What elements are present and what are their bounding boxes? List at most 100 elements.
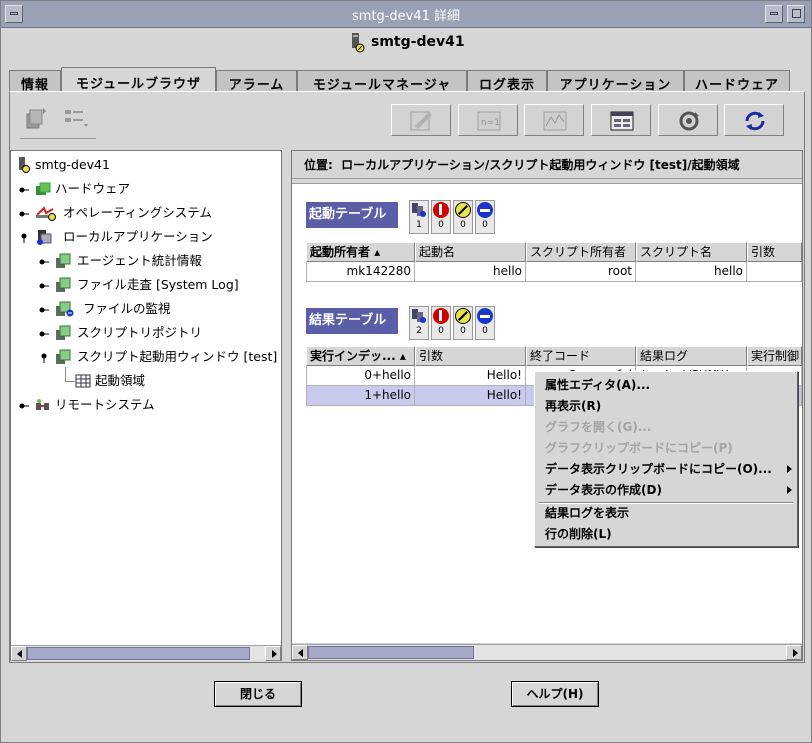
content-horizontal-scrollbar[interactable] xyxy=(292,644,802,660)
window-icon xyxy=(610,111,634,131)
window-button[interactable] xyxy=(591,104,651,136)
tree-item-file-monitor[interactable]: ファイルの監視 xyxy=(51,299,171,319)
col-result-args[interactable]: 引数 xyxy=(415,346,526,366)
collapsed-node-icon[interactable] xyxy=(39,281,49,291)
title-bar[interactable]: smtg-dev41 詳細 xyxy=(1,1,811,28)
col-script-name[interactable]: スクリプト名 xyxy=(636,242,747,262)
menu-item-delete-row[interactable]: 行の削除(L) xyxy=(545,524,612,544)
help-button[interactable]: ヘルプ(H) xyxy=(511,681,599,707)
menu-item-show-result-log[interactable]: 結果ログを表示 xyxy=(545,503,629,523)
table-cell[interactable]: Hello! xyxy=(415,366,526,386)
badge-count: 2 xyxy=(416,326,422,336)
launch-table-title: 起動テーブル xyxy=(306,202,398,228)
location-path: ローカルアプリケーション/スクリプト起動用ウィンドウ [test]/起動領域 xyxy=(341,158,740,172)
collapsed-node-icon[interactable] xyxy=(19,401,29,411)
maximize-button[interactable] xyxy=(787,5,805,23)
expanded-node-icon[interactable] xyxy=(19,233,29,243)
tree-item-script-repo[interactable]: スクリプトリポジトリ xyxy=(51,323,202,343)
tree-item-file-scan[interactable]: ファイル走査 [System Log] xyxy=(51,275,239,295)
table-cell[interactable]: 0+hello xyxy=(306,366,415,386)
graph-icon xyxy=(543,111,567,131)
collapsed-node-icon[interactable] xyxy=(39,257,49,267)
col-script-owner[interactable]: スクリプト所有者 xyxy=(526,242,636,262)
tree-root[interactable]: smtg-dev41 xyxy=(15,155,110,175)
menu-label: データ表示クリップボードにコピー(O)... xyxy=(545,462,772,476)
col-args[interactable]: 引数 xyxy=(747,242,802,262)
badge-total: 1 xyxy=(409,200,429,234)
table-cell[interactable]: root xyxy=(526,262,636,282)
tree-item-remote[interactable]: リモートシステム xyxy=(31,395,155,415)
expanded-node-icon[interactable] xyxy=(39,353,49,363)
refresh-button[interactable] xyxy=(724,104,784,136)
tab-module-browser[interactable]: モジュールブラウザ xyxy=(61,67,216,92)
menu-item-copy-data-view[interactable]: データ表示クリップボードにコピー(O)... xyxy=(545,459,795,479)
table-cell-selected[interactable]: 1+hello xyxy=(306,386,415,406)
tree-label: オペレーティングシステム xyxy=(63,205,212,220)
graph-button[interactable] xyxy=(524,104,584,136)
col-run-index[interactable]: 実行インデッ... ▴ xyxy=(306,346,415,366)
scroll-right-button[interactable] xyxy=(786,645,802,660)
refresh-settings-button[interactable] xyxy=(658,104,718,136)
list-view-icon[interactable] xyxy=(62,106,92,132)
menu-item-attribute-editor[interactable]: 属性エディタ(A)... xyxy=(545,375,650,395)
collapsed-node-icon[interactable] xyxy=(39,305,49,315)
tab-hardware[interactable]: ハードウェア xyxy=(684,70,790,93)
tab-applications[interactable]: アプリケーション xyxy=(547,70,684,93)
minimize-button[interactable] xyxy=(765,5,783,23)
module-icon xyxy=(56,277,71,292)
collapsed-node-icon[interactable] xyxy=(19,185,29,195)
edit-icon xyxy=(410,111,432,131)
tree-item-local-apps[interactable]: ローカルアプリケーション xyxy=(31,227,213,247)
table-view-button[interactable]: n=1 xyxy=(458,104,518,136)
tree-horizontal-scrollbar[interactable] xyxy=(11,645,281,661)
scroll-left-button[interactable] xyxy=(11,646,27,661)
table-cell[interactable]: hello xyxy=(415,262,526,282)
table-cell[interactable]: hello xyxy=(636,262,747,282)
table-cell[interactable]: mk142280 xyxy=(306,262,415,282)
close-button[interactable]: 閉じる xyxy=(214,681,302,707)
col-exit-code[interactable]: 終了コード xyxy=(526,346,636,366)
badge-warning: 0 xyxy=(453,306,473,340)
collapsed-node-icon[interactable] xyxy=(19,209,29,219)
edit-properties-button[interactable] xyxy=(391,104,451,136)
tree-label: スクリプト起動用ウィンドウ [test] xyxy=(77,349,278,364)
tab-alarms[interactable]: アラーム xyxy=(216,70,297,93)
badge-count: 0 xyxy=(460,220,466,230)
tab-info[interactable]: 情報 xyxy=(9,70,61,93)
module-tree[interactable]: smtg-dev41 ハードウェア オペレーティングシステム ローカルアプリケー… xyxy=(10,150,282,661)
table-cell[interactable] xyxy=(747,262,802,282)
host-name: smtg-dev41 xyxy=(371,34,465,50)
tree-item-launch-area[interactable]: 起動領域 xyxy=(71,371,145,391)
tree-item-hardware[interactable]: ハードウェア xyxy=(31,179,130,199)
tree-item-agent-stats[interactable]: エージェント統計情報 xyxy=(51,251,202,271)
tree-item-os[interactable]: オペレーティングシステム xyxy=(31,203,212,223)
warning-icon xyxy=(455,202,471,218)
down-icon xyxy=(477,202,493,218)
down-icon xyxy=(477,308,493,324)
menu-item-refresh[interactable]: 再表示(R) xyxy=(545,396,601,416)
col-label: 実行インデッ... xyxy=(310,349,396,363)
table-cell-selected[interactable]: Hello! xyxy=(415,386,526,406)
module-icon xyxy=(56,253,71,268)
tree-label: エージェント統計情報 xyxy=(77,253,202,268)
col-result-log[interactable]: 結果ログ xyxy=(636,346,747,366)
col-run-control[interactable]: 実行制御 xyxy=(747,346,802,366)
collapsed-node-icon[interactable] xyxy=(39,329,49,339)
refresh-gear-icon xyxy=(679,111,699,131)
scroll-left-button[interactable] xyxy=(292,645,308,660)
module-icon xyxy=(56,349,71,364)
host-icon xyxy=(352,33,365,53)
scroll-thumb[interactable] xyxy=(27,647,250,660)
menu-item-create-data-view[interactable]: データ表示の作成(D) xyxy=(545,480,795,500)
col-launch-owner[interactable]: 起動所有者 ▴ xyxy=(306,242,415,262)
menu-label: データ表示の作成(D) xyxy=(545,483,662,497)
tab-module-manager[interactable]: モジュールマネージャ xyxy=(297,70,467,93)
view-icon[interactable] xyxy=(24,106,48,132)
remote-system-icon xyxy=(36,399,49,410)
tree-item-script-launcher[interactable]: スクリプト起動用ウィンドウ [test] xyxy=(51,347,277,367)
scroll-right-button[interactable] xyxy=(265,646,281,661)
host-header: smtg-dev41 xyxy=(1,29,811,57)
tab-log-view[interactable]: ログ表示 xyxy=(467,70,547,93)
scroll-thumb[interactable] xyxy=(308,646,474,659)
col-launch-name[interactable]: 起動名 xyxy=(415,242,526,262)
